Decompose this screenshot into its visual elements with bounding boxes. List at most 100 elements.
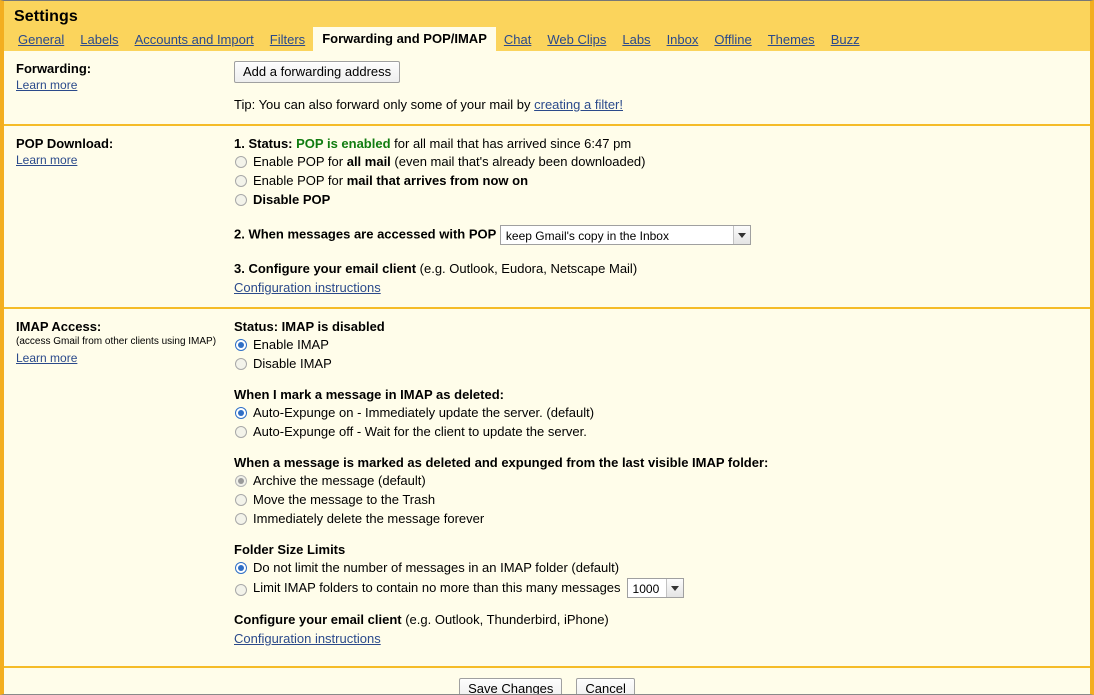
settings-tab-bar: GeneralLabelsAccounts and ImportFiltersF… xyxy=(4,28,1090,51)
forwarding-tip: Tip: You can also forward only some of y… xyxy=(234,97,1076,112)
pop-label-1: Enable POP for mail that arrives from no… xyxy=(253,172,528,190)
imap-deleted-title: When a message is marked as deleted and … xyxy=(234,455,1076,470)
pop-configuration-instructions-link[interactable]: Configuration instructions xyxy=(234,280,381,295)
imap-folder-limit-select[interactable]: 1000 xyxy=(627,578,684,598)
pop-status-line: 1. Status: POP is enabled for all mail t… xyxy=(234,136,1076,151)
imap-folder-option[interactable]: Limit IMAP folders to contain no more th… xyxy=(234,578,1076,598)
save-changes-button[interactable]: Save Changes xyxy=(459,678,562,695)
forwarding-body: Add a forwarding address Tip: You can al… xyxy=(234,61,1090,112)
tab-forwarding-and-pop-imap[interactable]: Forwarding and POP/IMAP xyxy=(313,27,496,51)
tab-themes[interactable]: Themes xyxy=(760,29,823,51)
imap-folder-label-0: Do not limit the number of messages in a… xyxy=(253,559,619,577)
imap-deleted-option[interactable]: Immediately delete the message forever xyxy=(234,510,1076,528)
imap-deleted-label-0: Archive the message (default) xyxy=(253,472,426,490)
pop-options-group: Enable POP for all mail (even mail that'… xyxy=(234,153,1076,209)
tab-chat[interactable]: Chat xyxy=(496,29,539,51)
pop-status-prefix: 1. Status: xyxy=(234,136,296,151)
imap-folder-radio-0[interactable] xyxy=(235,562,247,574)
pop-body: 1. Status: POP is enabled for all mail t… xyxy=(234,136,1090,295)
pop-title: POP Download: xyxy=(16,136,234,151)
imap-enable-radio-1[interactable] xyxy=(235,358,247,370)
chevron-down-icon xyxy=(666,579,683,597)
imap-enable-label-0: Enable IMAP xyxy=(253,336,329,354)
imap-deleted-option[interactable]: Archive the message (default) xyxy=(234,472,1076,490)
pop-label-2: Disable POP xyxy=(253,191,330,209)
imap-deleted-group: When a message is marked as deleted and … xyxy=(234,455,1076,528)
tab-general[interactable]: General xyxy=(18,29,72,51)
imap-deleted-label-2: Immediately delete the message forever xyxy=(253,510,484,528)
imap-deleted-radio-0[interactable] xyxy=(235,475,247,487)
imap-body: Status: IMAP is disabled Enable IMAPDisa… xyxy=(234,319,1090,646)
section-imap-access: IMAP Access: (access Gmail from other cl… xyxy=(4,309,1090,658)
imap-expunge-option[interactable]: Auto-Expunge on - Immediately update the… xyxy=(234,404,1076,422)
pop-step2-label: 2. When messages are accessed with POP xyxy=(234,226,496,241)
pop-option[interactable]: Disable POP xyxy=(234,191,1076,209)
imap-configure: Configure your email client (e.g. Outloo… xyxy=(234,612,1076,646)
imap-expunge-group: When I mark a message in IMAP as deleted… xyxy=(234,387,1076,441)
cancel-button[interactable]: Cancel xyxy=(576,678,634,695)
imap-enable-option[interactable]: Disable IMAP xyxy=(234,355,1076,373)
pop-step3-label: 3. Configure your email client xyxy=(234,261,416,276)
tab-offline[interactable]: Offline xyxy=(706,29,759,51)
pop-learn-more-link[interactable]: Learn more xyxy=(16,153,77,167)
pop-radio-0[interactable] xyxy=(235,156,247,168)
pop-step3: 3. Configure your email client (e.g. Out… xyxy=(234,261,1076,295)
imap-folder-radio-1[interactable] xyxy=(235,584,247,596)
imap-enable-label-1: Disable IMAP xyxy=(253,355,332,373)
imap-enable-radio-0[interactable] xyxy=(235,339,247,351)
imap-status: Status: IMAP is disabled xyxy=(234,319,1076,334)
imap-expunge-radio-1[interactable] xyxy=(235,426,247,438)
pop-access-select-value: keep Gmail's copy in the Inbox xyxy=(501,226,733,244)
section-forwarding: Forwarding: Learn more Add a forwarding … xyxy=(4,51,1090,126)
imap-expunge-radio-0[interactable] xyxy=(235,407,247,419)
imap-configure-label: Configure your email client xyxy=(234,612,402,627)
tab-buzz[interactable]: Buzz xyxy=(823,29,868,51)
tab-labs[interactable]: Labs xyxy=(614,29,658,51)
settings-window: Settings GeneralLabelsAccounts and Impor… xyxy=(0,0,1094,695)
pop-status-highlight: POP is enabled xyxy=(296,136,390,151)
forwarding-label-column: Forwarding: Learn more xyxy=(4,61,234,112)
pop-radio-2[interactable] xyxy=(235,194,247,206)
settings-header: Settings GeneralLabelsAccounts and Impor… xyxy=(4,1,1090,51)
tab-accounts-and-import[interactable]: Accounts and Import xyxy=(127,29,262,51)
pop-step3-clients: (e.g. Outlook, Eudora, Netscape Mail) xyxy=(416,261,637,276)
imap-deleted-label-1: Move the message to the Trash xyxy=(253,491,435,509)
pop-label-column: POP Download: Learn more xyxy=(4,136,234,295)
imap-deleted-radio-2[interactable] xyxy=(235,513,247,525)
imap-enable-option[interactable]: Enable IMAP xyxy=(234,336,1076,354)
imap-folder-option[interactable]: Do not limit the number of messages in a… xyxy=(234,559,1076,577)
tab-labels[interactable]: Labels xyxy=(72,29,126,51)
forwarding-learn-more-link[interactable]: Learn more xyxy=(16,78,77,92)
pop-access-select[interactable]: keep Gmail's copy in the Inbox xyxy=(500,225,751,245)
imap-configure-clients: (e.g. Outlook, Thunderbird, iPhone) xyxy=(402,612,609,627)
imap-expunge-option[interactable]: Auto-Expunge off - Wait for the client t… xyxy=(234,423,1076,441)
creating-a-filter-link[interactable]: creating a filter! xyxy=(534,97,623,112)
imap-learn-more-link[interactable]: Learn more xyxy=(16,351,77,365)
imap-expunge-title: When I mark a message in IMAP as deleted… xyxy=(234,387,1076,402)
imap-enable-group: Enable IMAPDisable IMAP xyxy=(234,336,1076,373)
imap-configuration-instructions-link[interactable]: Configuration instructions xyxy=(234,631,381,646)
pop-option[interactable]: Enable POP for mail that arrives from no… xyxy=(234,172,1076,190)
page-title: Settings xyxy=(4,5,1090,28)
imap-folder-label-1: Limit IMAP folders to contain no more th… xyxy=(253,579,621,597)
imap-label-column: IMAP Access: (access Gmail from other cl… xyxy=(4,319,234,646)
add-forwarding-address-button[interactable]: Add a forwarding address xyxy=(234,61,400,83)
pop-step2: 2. When messages are accessed with POP k… xyxy=(234,225,1076,245)
settings-footer: Save Changes Cancel xyxy=(4,666,1090,695)
imap-deleted-option[interactable]: Move the message to the Trash xyxy=(234,491,1076,509)
pop-radio-1[interactable] xyxy=(235,175,247,187)
pop-status-rest: for all mail that has arrived since 6:47… xyxy=(391,136,632,151)
imap-expunge-label-1: Auto-Expunge off - Wait for the client t… xyxy=(253,423,587,441)
imap-sub-label: (access Gmail from other clients using I… xyxy=(16,335,234,349)
tab-web-clips[interactable]: Web Clips xyxy=(539,29,614,51)
forwarding-title: Forwarding: xyxy=(16,61,234,76)
pop-option[interactable]: Enable POP for all mail (even mail that'… xyxy=(234,153,1076,171)
pop-label-0: Enable POP for all mail (even mail that'… xyxy=(253,153,646,171)
imap-deleted-radio-1[interactable] xyxy=(235,494,247,506)
imap-folder-limit-value: 1000 xyxy=(628,579,666,597)
forwarding-tip-text: Tip: You can also forward only some of y… xyxy=(234,97,534,112)
tab-filters[interactable]: Filters xyxy=(262,29,313,51)
imap-folder-size-title: Folder Size Limits xyxy=(234,542,1076,557)
tab-inbox[interactable]: Inbox xyxy=(659,29,707,51)
imap-folder-size-group: Folder Size Limits Do not limit the numb… xyxy=(234,542,1076,598)
